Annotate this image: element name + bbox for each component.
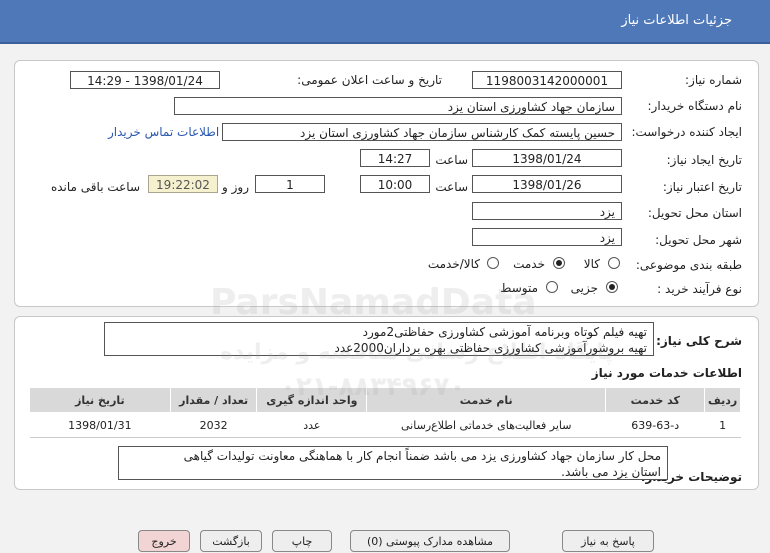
days-field: 1	[255, 175, 325, 193]
category-option-goods-service: کالا/خدمت	[427, 257, 480, 271]
col-date: تاریخ نیاز	[29, 387, 171, 413]
validity-label: تاریخ اعتبار نیاز:	[662, 180, 742, 194]
summary-textarea[interactable]: تهیه فیلم کوتاه وبرنامه آموزشی کشاورزی ح…	[104, 322, 654, 356]
summary-line-1: تهیه فیلم کوتاه وبرنامه آموزشی کشاورزی ح…	[362, 325, 647, 339]
col-name: نام خدمت	[366, 387, 607, 413]
requester-label: ایجاد کننده درخواست:	[631, 125, 742, 139]
cell-name: سایر فعالیت‌های خدماتی اطلاع‌رسانی	[366, 412, 606, 438]
category-radio-goods-service[interactable]	[487, 257, 499, 269]
requester-field: حسین پایسته کمک کارشناس سازمان جهاد کشاو…	[222, 123, 622, 141]
summary-line-2: تهیه بروشورآموزشی کشاورزی حفاظتی بهره بر…	[334, 341, 647, 355]
col-unit: واحد اندازه گیری	[256, 387, 368, 413]
cell-code: د-63-639	[605, 412, 705, 438]
buyer-org-label: نام دستگاه خریدار:	[647, 99, 743, 113]
delivery-city-label: شهر محل تحویل:	[655, 233, 742, 247]
buyer-org-field: سازمان جهاد کشاورزی استان یزد	[174, 97, 622, 115]
validity-time-label: ساعت	[435, 180, 468, 194]
cell-date: 1398/01/31	[29, 412, 171, 438]
category-radio-service[interactable]	[553, 257, 565, 269]
delivery-city-field: یزد	[472, 228, 622, 246]
cell-unit: عدد	[256, 412, 367, 438]
remaining-label: ساعت باقی مانده	[50, 180, 140, 194]
remaining-time-field: 19:22:02	[148, 175, 218, 193]
process-option-medium: متوسط	[500, 281, 538, 295]
process-radio-medium[interactable]	[546, 281, 558, 293]
back-button[interactable]: بازگشت	[200, 530, 262, 552]
col-qty: تعداد / مقدار	[169, 387, 258, 413]
page-title: جزئیات اطلاعات نیاز	[621, 13, 732, 28]
process-label: نوع فرآیند خرید :	[657, 282, 742, 296]
delivery-province-label: استان محل تحویل:	[647, 206, 742, 220]
buyer-notes-line-2: استان یزد می باشد.	[561, 465, 661, 479]
category-radio-goods[interactable]	[608, 257, 620, 269]
respond-button[interactable]: پاسخ به نیاز	[562, 530, 654, 552]
col-row: ردیف	[704, 387, 741, 413]
buyer-notes-textarea[interactable]: محل کار سازمان جهاد کشاورزی یزد می باشد …	[118, 446, 668, 480]
print-button[interactable]: چاپ	[272, 530, 332, 552]
contact-info-link[interactable]: اطلاعات تماس خریدار	[108, 125, 219, 139]
process-option-minor: جزیی	[570, 281, 598, 295]
exit-button[interactable]: خروج	[138, 530, 190, 552]
table-row: 1 د-63-639 سایر فعالیت‌های خدماتی اطلاع‌…	[29, 412, 741, 438]
announce-label: تاریخ و ساعت اعلان عمومی:	[297, 73, 442, 87]
cell-row: 1	[704, 412, 741, 438]
category-option-goods: کالا	[583, 257, 600, 271]
cell-qty: 2032	[170, 412, 257, 438]
validity-time-field: 10:00	[360, 175, 430, 193]
view-attachments-button[interactable]: مشاهده مدارک پیوستی (0)	[350, 530, 510, 552]
created-date-label: تاریخ ایجاد نیاز:	[666, 153, 742, 167]
buyer-notes-line-1: محل کار سازمان جهاد کشاورزی یزد می باشد …	[183, 449, 661, 463]
category-label: طبقه بندی موضوعی:	[635, 258, 742, 272]
validity-date-field: 1398/01/26	[472, 175, 622, 193]
col-code: کد خدمت	[605, 387, 706, 413]
delivery-province-field: یزد	[472, 202, 622, 220]
announce-field: 1398/01/24 - 14:29	[70, 71, 220, 89]
summary-label: شرح کلی نیاز:	[656, 334, 742, 348]
process-radio-minor[interactable]	[606, 281, 618, 293]
created-date-field: 1398/01/24	[472, 149, 622, 167]
days-label: روز و	[222, 180, 249, 194]
need-number-field: 1198003142000001	[472, 71, 622, 89]
created-time-field: 14:27	[360, 149, 430, 167]
services-title: اطلاعات خدمات مورد نیاز	[591, 366, 742, 380]
title-bar: جزئیات اطلاعات نیاز	[0, 0, 770, 44]
created-time-label: ساعت	[435, 153, 468, 167]
services-table: ردیف کد خدمت نام خدمت واحد اندازه گیری ت…	[29, 387, 741, 438]
category-option-service: خدمت	[513, 257, 545, 271]
services-header-row: ردیف کد خدمت نام خدمت واحد اندازه گیری ت…	[29, 387, 741, 413]
need-number-label: شماره نیاز:	[685, 73, 742, 87]
